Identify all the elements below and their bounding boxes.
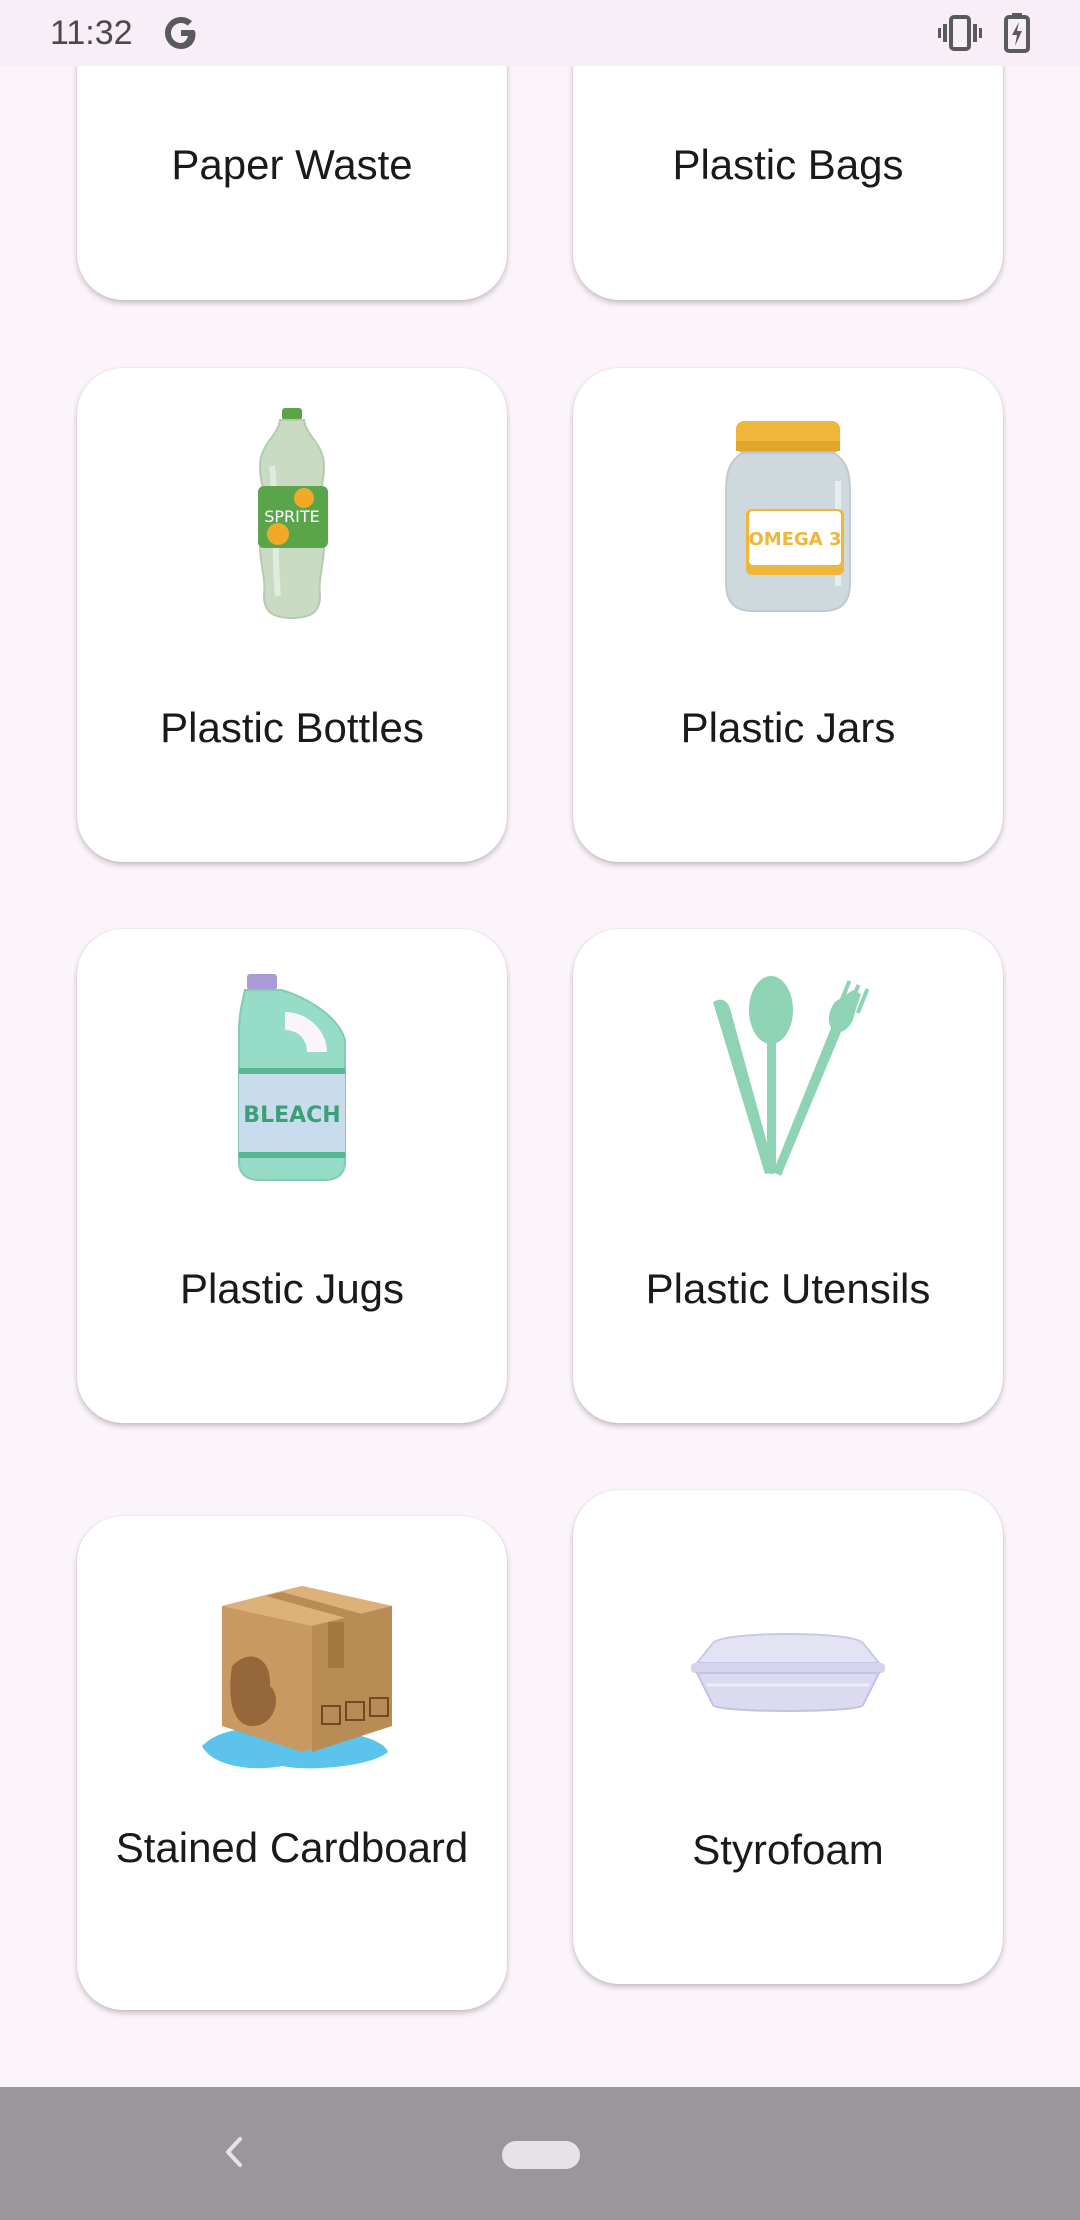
- plastic-jug-image: BLEACH: [77, 974, 507, 1181]
- vibrate-icon: [938, 15, 982, 56]
- google-g-icon: [160, 12, 202, 59]
- category-label: Plastic Bottles: [160, 704, 424, 751]
- status-time: 11:32: [50, 14, 133, 52]
- category-card-plastic-utensils[interactable]: Plastic Utensils: [573, 929, 1003, 1423]
- svg-text:SPRITE: SPRITE: [264, 507, 320, 526]
- category-label: Plastic Utensils: [645, 1265, 931, 1312]
- styrofoam-image: [573, 1610, 1003, 1740]
- svg-text:OMEGA 3: OMEGA 3: [748, 529, 841, 550]
- category-card-plastic-jugs[interactable]: BLEACH Plastic Jugs: [77, 929, 507, 1423]
- svg-text:BLEACH: BLEACH: [243, 1103, 340, 1128]
- plastic-utensils-image: [573, 976, 1003, 1177]
- back-icon[interactable]: [222, 2135, 246, 2174]
- category-card-plastic-bottles[interactable]: SPRITE Plastic Bottles: [77, 368, 507, 862]
- category-label: Paper Waste: [171, 141, 413, 188]
- category-card-plastic-jars[interactable]: OMEGA 3 Plastic Jars: [573, 368, 1003, 862]
- category-card-stained-cardboard[interactable]: Stained Cardboard: [77, 1516, 507, 2010]
- plastic-jar-image: OMEGA 3: [573, 416, 1003, 616]
- category-label: Stained Cardboard: [115, 1824, 469, 1871]
- navigation-bar: [0, 2087, 1080, 2220]
- battery-charging-icon: [1004, 13, 1030, 58]
- category-card-styrofoam[interactable]: Styrofoam: [573, 1490, 1003, 1984]
- stained-cardboard-image: [77, 1576, 507, 1776]
- category-label: Plastic Jugs: [179, 1265, 405, 1312]
- category-label: Plastic Bags: [672, 141, 904, 188]
- status-bar: 11:32: [0, 0, 1080, 66]
- category-label: Styrofoam: [692, 1826, 884, 1873]
- home-pill-icon[interactable]: [502, 2141, 580, 2169]
- plastic-bottle-image: SPRITE: [77, 408, 507, 620]
- category-label: Plastic Jars: [680, 704, 896, 751]
